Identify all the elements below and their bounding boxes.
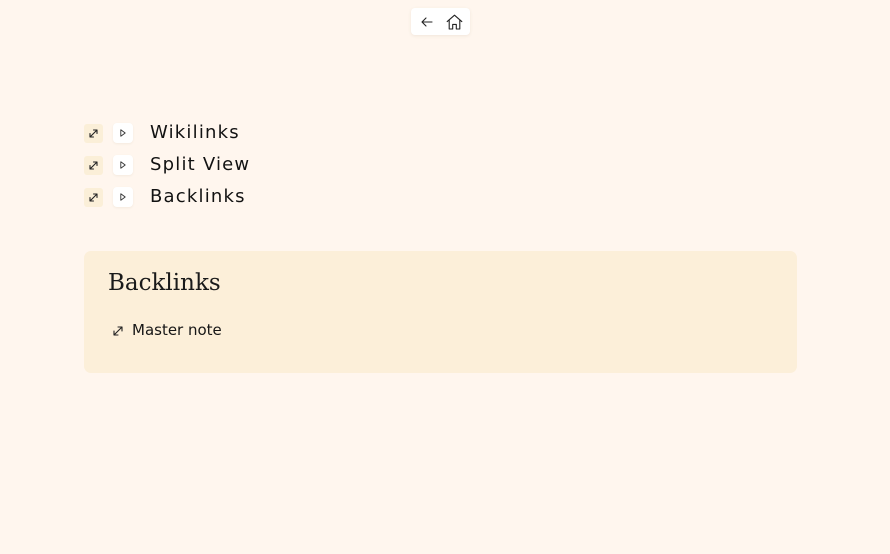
link-list: Wikilinks Split View Backlinks (84, 117, 344, 213)
link-row-split-view: Split View (84, 149, 344, 181)
expand-diagonal-icon (89, 160, 98, 170)
play-triangle-icon (120, 193, 126, 201)
expand-button[interactable] (84, 187, 103, 207)
link-label[interactable]: Wikilinks (150, 124, 240, 142)
link-label[interactable]: Backlinks (150, 188, 246, 206)
backlinks-title: Backlinks (108, 270, 221, 296)
home-button[interactable] (446, 13, 464, 31)
play-triangle-icon (120, 129, 126, 137)
top-navigation (411, 8, 470, 35)
expand-diagonal-icon (89, 192, 98, 202)
home-icon (446, 14, 463, 30)
expand-button[interactable] (84, 123, 103, 143)
link-row-backlinks: Backlinks (84, 181, 344, 213)
back-button[interactable] (418, 13, 436, 31)
expand-diagonal-icon (113, 325, 123, 336)
expand-diagonal-icon (89, 128, 98, 138)
play-button[interactable] (113, 187, 133, 207)
play-button[interactable] (113, 123, 133, 143)
expand-button[interactable] (84, 155, 103, 175)
backlink-item[interactable]: Master note (112, 323, 222, 338)
backlinks-panel: Backlinks Master note (84, 251, 797, 373)
play-button[interactable] (113, 155, 133, 175)
play-triangle-icon (120, 161, 126, 169)
link-row-wikilinks: Wikilinks (84, 117, 344, 149)
backlink-label: Master note (132, 321, 222, 339)
arrow-left-icon (420, 16, 433, 27)
link-label[interactable]: Split View (150, 156, 250, 174)
